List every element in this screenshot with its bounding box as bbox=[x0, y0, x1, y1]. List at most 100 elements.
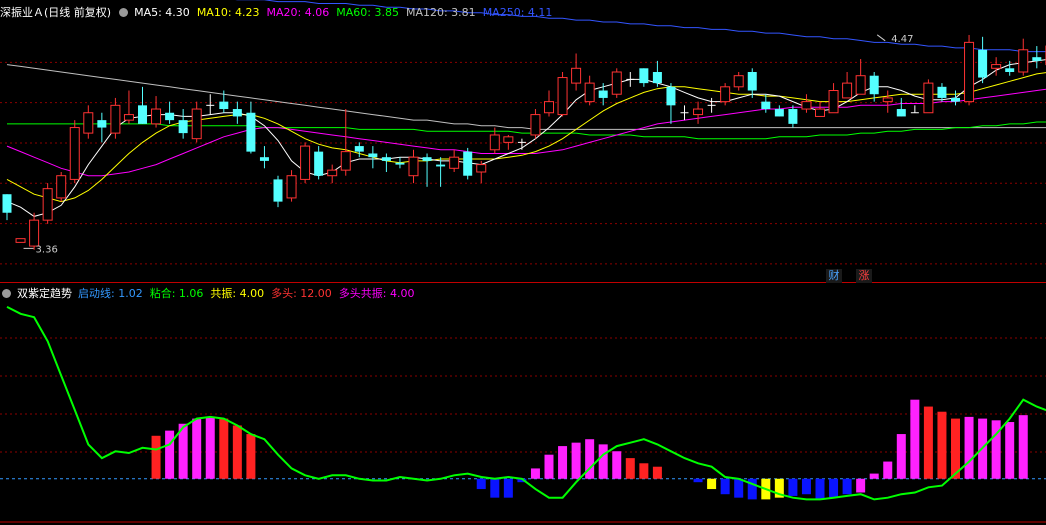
indicator-bar bbox=[192, 418, 202, 479]
indicator-bar bbox=[625, 458, 635, 479]
candle-body bbox=[354, 146, 364, 152]
high-price-label: 4.47 bbox=[891, 34, 913, 45]
candle-body bbox=[557, 77, 568, 116]
ma-value-4: MA120: 3.81 bbox=[405, 5, 476, 19]
indicator-bar bbox=[856, 478, 866, 493]
ma20-line bbox=[6, 88, 1046, 177]
candle-body bbox=[761, 101, 771, 110]
ma-values: MA5: 4.30 MA10: 4.23 MA20: 4.06 MA60: 3.85 M… bbox=[134, 6, 559, 19]
indicator-bar bbox=[639, 463, 649, 479]
ma10-line bbox=[6, 72, 1046, 203]
candle-body bbox=[232, 109, 242, 117]
ma-value-5: MA250: 4.11 bbox=[482, 5, 553, 19]
candle-body bbox=[178, 120, 188, 134]
rise-badge[interactable]: 涨 bbox=[856, 269, 872, 283]
candle-body bbox=[1005, 68, 1015, 72]
candle-body bbox=[652, 72, 662, 84]
candle-body bbox=[1018, 49, 1029, 73]
candle-body bbox=[869, 75, 879, 95]
indicator-bar bbox=[883, 461, 893, 479]
indicator-bar bbox=[869, 473, 879, 479]
candle-body bbox=[408, 156, 419, 177]
settings-circle-icon[interactable] bbox=[119, 7, 129, 17]
candle-body bbox=[246, 112, 256, 152]
candle-body bbox=[828, 90, 839, 114]
candle-body bbox=[56, 175, 67, 199]
candle-body bbox=[882, 97, 893, 103]
candle-body bbox=[436, 164, 446, 167]
indicator-bar bbox=[720, 478, 730, 495]
indicator-bar bbox=[503, 478, 513, 498]
bottom-indicator-header: 双紫定趋势 启动线: 1.02 粘合: 1.06 共振: 4.00 多头: 12.00… bbox=[0, 283, 428, 303]
candle-body bbox=[571, 67, 582, 84]
indicator-value-0: 启动线: 1.02 bbox=[78, 287, 143, 300]
indicator-bar bbox=[151, 435, 161, 479]
candle-body bbox=[720, 86, 731, 103]
candle-body bbox=[368, 153, 378, 158]
candle-body bbox=[896, 109, 906, 117]
candle-body bbox=[842, 82, 853, 99]
candle-body bbox=[422, 157, 432, 161]
candle-body bbox=[611, 71, 622, 95]
indicator-value-4: 多头共振: 4.00 bbox=[338, 287, 415, 300]
candle-body bbox=[639, 68, 649, 84]
candle-body bbox=[801, 101, 812, 110]
candle-body bbox=[83, 112, 94, 134]
finance-badge[interactable]: 财 bbox=[826, 269, 842, 283]
candle-body bbox=[598, 90, 608, 98]
candle-body bbox=[476, 164, 487, 173]
candle-body bbox=[964, 41, 975, 103]
high-pointer bbox=[876, 34, 886, 42]
candle-body bbox=[693, 108, 704, 116]
candle-body bbox=[463, 151, 473, 176]
indicator-bar bbox=[530, 468, 540, 479]
candle-body bbox=[110, 104, 121, 134]
candle-body bbox=[15, 238, 26, 243]
candle-body bbox=[273, 179, 283, 202]
candle-body bbox=[815, 108, 825, 117]
indicator-bar bbox=[558, 446, 568, 479]
candle-body bbox=[97, 120, 107, 128]
indicator-title: 双紫定趋势 bbox=[17, 287, 72, 300]
indicator-bar bbox=[246, 434, 256, 479]
indicator-bar bbox=[801, 478, 811, 495]
indicator-bar bbox=[612, 451, 622, 479]
candle-body bbox=[327, 169, 338, 177]
candle-body bbox=[259, 157, 269, 161]
candle-body bbox=[923, 82, 934, 114]
ma5-line bbox=[6, 59, 1046, 217]
candle-body bbox=[544, 101, 554, 114]
candle-body bbox=[503, 136, 514, 143]
candle-body bbox=[286, 175, 297, 199]
candle-body bbox=[449, 156, 460, 169]
indicator-bar bbox=[652, 466, 662, 479]
indicator-bar bbox=[544, 454, 554, 479]
candle-body bbox=[300, 145, 311, 180]
candle-body bbox=[937, 86, 947, 98]
settings-circle-icon[interactable] bbox=[2, 288, 11, 298]
candle-body bbox=[1032, 57, 1042, 61]
indicator-bar bbox=[219, 418, 229, 479]
candle-body bbox=[165, 112, 175, 121]
indicator-values: 启动线: 1.02 粘合: 1.06 共振: 4.00 多头: 12.00 多头共振: … bbox=[78, 285, 422, 301]
indicator-bar bbox=[937, 411, 947, 479]
chart-canvas: 4.47 3.36 bbox=[0, 0, 1046, 523]
indicator-bar bbox=[788, 478, 798, 496]
ma-value-3: MA60: 3.85 bbox=[336, 5, 399, 19]
indicator-bar bbox=[490, 478, 500, 498]
indicator-bar bbox=[707, 478, 717, 490]
candle-body bbox=[219, 101, 229, 110]
indicator-bar bbox=[815, 478, 825, 500]
candle-body bbox=[151, 108, 162, 125]
indicator-bar bbox=[842, 478, 852, 495]
candle-body bbox=[584, 82, 595, 103]
indicator-bar bbox=[923, 406, 933, 479]
indicator-bar bbox=[964, 416, 974, 479]
indicator-bar bbox=[232, 425, 242, 479]
candle-body bbox=[747, 72, 757, 91]
candle-body bbox=[666, 86, 676, 106]
indicator-bar bbox=[165, 430, 175, 479]
candle-body bbox=[123, 114, 134, 121]
indicator-value-2: 共振: 4.00 bbox=[210, 287, 265, 300]
ma-value-2: MA20: 4.06 bbox=[266, 5, 330, 19]
